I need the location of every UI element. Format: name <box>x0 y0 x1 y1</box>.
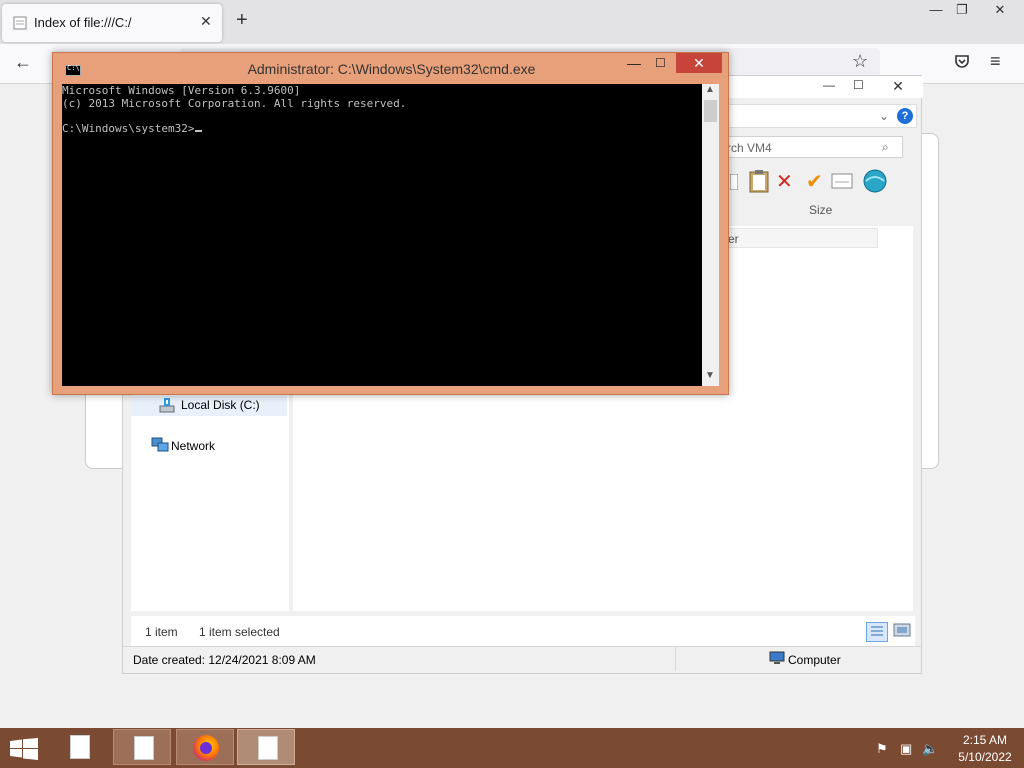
bookmark-star-icon[interactable]: ☆ <box>852 51 868 72</box>
explorer-toolbar: ✕ ✔ <box>718 166 918 196</box>
size-column-label: Size <box>809 203 833 217</box>
close-button[interactable]: ✕ <box>982 0 1018 20</box>
help-icon[interactable]: ? <box>897 108 913 124</box>
clock-time[interactable]: 2:15 AM <box>955 733 1015 747</box>
copy-icon[interactable] <box>730 174 738 190</box>
browser-tab-strip: Index of file:///C:/ ✕ + — ❐ ✕ <box>0 0 1024 44</box>
details-view-icon <box>871 626 883 636</box>
vertical-scrollbar[interactable]: ▲ ▼ <box>702 84 719 386</box>
explorer-maximize-button[interactable]: ☐ <box>853 78 864 92</box>
explorer-minimize-button[interactable]: — <box>823 78 835 92</box>
cmd-maximize-button[interactable]: ☐ <box>655 56 666 70</box>
action-center-flag-icon[interactable]: ⚑ <box>876 741 888 757</box>
document-icon <box>134 736 154 760</box>
console-text: Microsoft Windows [Version 6.3.9600] (c)… <box>62 84 702 135</box>
scroll-up-arrow-icon[interactable]: ▲ <box>705 84 715 95</box>
windows-start-icon[interactable] <box>10 738 38 760</box>
text-cursor <box>195 129 203 132</box>
document-icon <box>258 736 278 760</box>
taskbar: ⚑ ▣ 🔈 2:15 AM 5/10/2022 <box>0 728 1024 768</box>
firefox-icon <box>193 735 219 761</box>
delete-icon[interactable]: ✕ <box>776 169 793 194</box>
console-output[interactable]: Microsoft Windows [Version 6.3.9600] (c)… <box>62 84 702 386</box>
details-bar: Date created: 12/24/2021 8:09 AM Compute… <box>123 646 921 672</box>
search-icon[interactable]: ⌕ <box>882 140 889 155</box>
new-tab-button[interactable]: + <box>236 9 248 32</box>
network-tray-icon[interactable]: ▣ <box>900 741 912 757</box>
explorer-status-bar: 1 item 1 item selected <box>131 616 915 646</box>
chevron-down-icon[interactable]: ⌄ <box>879 109 889 123</box>
file-row-type: er <box>728 232 739 246</box>
nav-item-network[interactable]: Network <box>171 439 215 453</box>
taskbar-item-firefox[interactable] <box>176 729 234 765</box>
tab-title: Index of file:///C:/ <box>34 15 132 30</box>
document-icon <box>70 735 90 759</box>
firefox-globe <box>200 742 212 754</box>
document-icon <box>13 16 27 30</box>
date-created: Date created: 12/24/2021 8:09 AM <box>133 653 316 667</box>
cmd-close-button[interactable]: ✕ <box>676 53 722 73</box>
properties-check-icon[interactable]: ✔ <box>806 169 823 194</box>
hamburger-menu-icon[interactable]: ≡ <box>990 51 1001 72</box>
clock-date[interactable]: 5/10/2022 <box>955 750 1015 764</box>
restore-button[interactable]: ❐ <box>944 0 980 20</box>
explorer-close-button[interactable]: ✕ <box>875 76 921 96</box>
navigation-pane: Local Disk (C:) Network <box>131 386 289 611</box>
zone-computer: Computer <box>788 653 841 667</box>
item-count: 1 item <box>145 625 178 639</box>
scroll-down-arrow-icon[interactable]: ▼ <box>705 370 715 381</box>
rename-icon[interactable] <box>831 173 853 189</box>
explorer-search-input[interactable]: rch VM4 ⌕ <box>718 136 903 158</box>
computer-icon <box>769 651 785 664</box>
selected-count: 1 item selected <box>199 625 280 639</box>
browser-tab[interactable]: Index of file:///C:/ ✕ <box>2 4 222 42</box>
details-view-button[interactable] <box>866 622 888 642</box>
large-icons-view-icon[interactable] <box>893 622 911 638</box>
search-placeholder: rch VM4 <box>727 141 772 155</box>
taskbar-item-file-2[interactable] <box>113 729 171 765</box>
divider <box>675 647 676 671</box>
taskbar-item-file-1[interactable] <box>50 729 108 765</box>
cmd-minimize-button[interactable]: — <box>627 55 641 71</box>
file-row[interactable]: er <box>723 228 878 248</box>
scrollbar-thumb[interactable] <box>704 100 717 122</box>
pocket-icon[interactable] <box>954 53 970 69</box>
nav-item-local-disk[interactable]: Local Disk (C:) <box>131 396 287 416</box>
nav-local-disk-label: Local Disk (C:) <box>181 398 260 412</box>
globe-icon[interactable] <box>862 168 888 194</box>
tab-close-icon[interactable]: ✕ <box>200 13 212 30</box>
cmd-window: C:\ Administrator: C:\Windows\System32\c… <box>52 52 729 395</box>
paste-icon[interactable] <box>748 169 770 193</box>
console-lines: Microsoft Windows [Version 6.3.9600] (c)… <box>62 84 407 135</box>
taskbar-item-file-3[interactable] <box>237 729 295 765</box>
network-icon <box>151 437 169 452</box>
volume-muted-icon[interactable]: 🔈 <box>922 741 938 757</box>
column-header-size[interactable]: Size <box>803 201 883 221</box>
hard-drive-icon <box>159 398 175 413</box>
back-arrow-icon[interactable]: ← <box>14 52 32 73</box>
